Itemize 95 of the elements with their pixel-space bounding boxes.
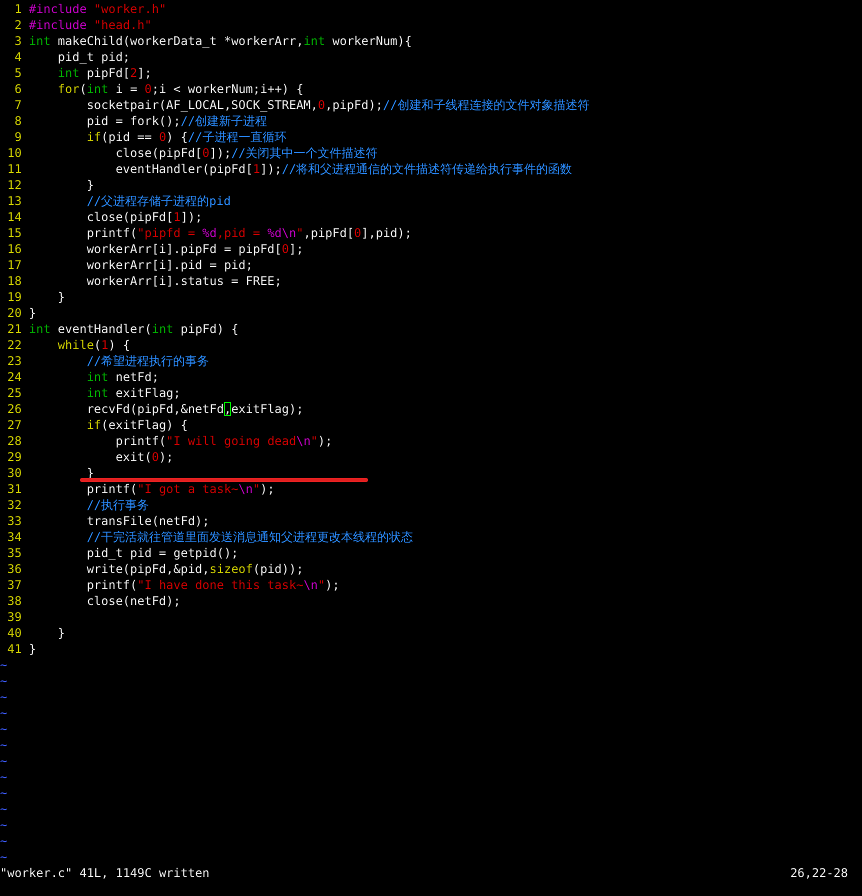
line-number: 1 bbox=[13, 1, 22, 17]
code-line: eventHandler(pipFd[1]);//将和父进程通信的文件描述符传递给执行事件的函数 bbox=[114, 161, 572, 177]
code-line: pid_t pid = getpid(); bbox=[86, 545, 238, 561]
line-number: 39 bbox=[6, 609, 22, 625]
line-number: 24 bbox=[6, 369, 22, 385]
line-number: 19 bbox=[6, 289, 22, 305]
code-line: int exitFlag; bbox=[86, 385, 181, 401]
empty-line-marker: ~ bbox=[0, 769, 8, 785]
line-number: 17 bbox=[6, 257, 22, 273]
line-number: 32 bbox=[6, 497, 22, 513]
code-line: //干完活就往管道里面发送消息通知父进程更改本线程的状态 bbox=[86, 529, 414, 545]
line-number: 15 bbox=[6, 225, 22, 241]
empty-line-marker: ~ bbox=[0, 785, 8, 801]
line-number: 29 bbox=[6, 449, 22, 465]
line-number: 4 bbox=[13, 49, 22, 65]
empty-line-marker: ~ bbox=[0, 721, 8, 737]
code-line: printf("I got a task~\n"); bbox=[86, 481, 275, 497]
code-line: transFile(netFd); bbox=[86, 513, 210, 529]
line-number: 18 bbox=[6, 273, 22, 289]
code-line: workerArr[i].pipFd = pipFd[0]; bbox=[86, 241, 304, 257]
line-number: 2 bbox=[13, 17, 22, 33]
code-line: #include "worker.h" bbox=[28, 1, 166, 17]
line-number: 20 bbox=[6, 305, 22, 321]
cursor-position: 26,22-28 bbox=[790, 865, 848, 881]
line-number: 23 bbox=[6, 353, 22, 369]
line-number: 25 bbox=[6, 385, 22, 401]
code-line: int makeChild(workerData_t *workerArr,int workerNum){ bbox=[28, 33, 412, 49]
empty-line-marker: ~ bbox=[0, 849, 8, 865]
code-line: workerArr[i].pid = pid; bbox=[86, 257, 253, 273]
code-line: close(pipFd[0]);//关闭其中一个文件描述符 bbox=[114, 145, 378, 161]
line-number: 40 bbox=[6, 625, 22, 641]
line-number: 41 bbox=[6, 641, 22, 657]
status-message: "worker.c" 41L, 1149C written bbox=[0, 865, 210, 881]
code-line: } bbox=[56, 625, 66, 641]
code-line: pid = fork();//创建新子进程 bbox=[86, 113, 268, 129]
code-line: //希望进程执行的事务 bbox=[86, 353, 210, 369]
code-line: int netFd; bbox=[86, 369, 159, 385]
code-line: recvFd(pipFd,&netFd,exitFlag); bbox=[86, 401, 304, 417]
empty-line-marker: ~ bbox=[0, 689, 8, 705]
line-number: 21 bbox=[6, 321, 22, 337]
empty-line-marker: ~ bbox=[0, 833, 8, 849]
line-number: 16 bbox=[6, 241, 22, 257]
code-line: socketpair(AF_LOCAL,SOCK_STREAM,0,pipFd);//创建和子线程连接的文件对象描述符 bbox=[86, 97, 590, 113]
line-number: 28 bbox=[6, 433, 22, 449]
line-number: 38 bbox=[6, 593, 22, 609]
code-line: } bbox=[28, 305, 36, 321]
empty-line-marker: ~ bbox=[0, 673, 8, 689]
code-line: printf("pipfd = %d,pid = %d\n",pipFd[0],pid); bbox=[86, 225, 412, 241]
code-line: close(pipFd[1]); bbox=[86, 209, 202, 225]
code-line: } bbox=[28, 641, 36, 657]
line-number: 22 bbox=[6, 337, 22, 353]
code-line: printf("I have done this task~\n"); bbox=[86, 577, 340, 593]
code-line: int pipFd[2]; bbox=[56, 65, 152, 81]
line-number: 7 bbox=[13, 97, 22, 113]
line-number: 31 bbox=[6, 481, 22, 497]
line-number: 8 bbox=[13, 113, 22, 129]
code-line: //父进程存储子进程的pid bbox=[86, 193, 231, 209]
empty-line-marker: ~ bbox=[0, 753, 8, 769]
line-number: 10 bbox=[6, 145, 22, 161]
empty-line-marker: ~ bbox=[0, 705, 8, 721]
line-number: 13 bbox=[6, 193, 22, 209]
line-number: 30 bbox=[6, 465, 22, 481]
line-number: 27 bbox=[6, 417, 22, 433]
code-line: //执行事务 bbox=[86, 497, 150, 513]
line-number: 14 bbox=[6, 209, 22, 225]
code-line: exit(0); bbox=[114, 449, 174, 465]
line-number: 33 bbox=[6, 513, 22, 529]
code-line: workerArr[i].status = FREE; bbox=[86, 273, 282, 289]
code-line: write(pipFd,&pid,sizeof(pid)); bbox=[86, 561, 304, 577]
code-line: close(netFd); bbox=[86, 593, 181, 609]
line-number: 36 bbox=[6, 561, 22, 577]
code-line: if(exitFlag) { bbox=[86, 417, 188, 433]
line-number: 26 bbox=[6, 401, 22, 417]
code-line: int eventHandler(int pipFd) { bbox=[28, 321, 238, 337]
code-line: } bbox=[86, 177, 94, 193]
empty-line-marker: ~ bbox=[0, 801, 8, 817]
code-line: for(int i = 0;i < workerNum;i++) { bbox=[56, 81, 304, 97]
line-number: 5 bbox=[13, 65, 22, 81]
line-number: 35 bbox=[6, 545, 22, 561]
code-line: } bbox=[56, 289, 66, 305]
line-number: 12 bbox=[6, 177, 22, 193]
line-number: 3 bbox=[13, 33, 22, 49]
line-number: 37 bbox=[6, 577, 22, 593]
code-line: #include "head.h" bbox=[28, 17, 152, 33]
empty-line-marker: ~ bbox=[0, 657, 8, 673]
line-number: 34 bbox=[6, 529, 22, 545]
empty-line-marker: ~ bbox=[0, 817, 8, 833]
line-number: 9 bbox=[13, 129, 22, 145]
code-line: pid_t pid; bbox=[56, 49, 130, 65]
code-line: while(1) { bbox=[56, 337, 130, 353]
empty-line-marker: ~ bbox=[0, 737, 8, 753]
line-number: 6 bbox=[13, 81, 22, 97]
code-line: if(pid == 0) {//子进程一直循环 bbox=[86, 129, 286, 145]
line-number: 11 bbox=[6, 161, 22, 177]
code-line: printf("I will going dead\n"); bbox=[114, 433, 332, 449]
